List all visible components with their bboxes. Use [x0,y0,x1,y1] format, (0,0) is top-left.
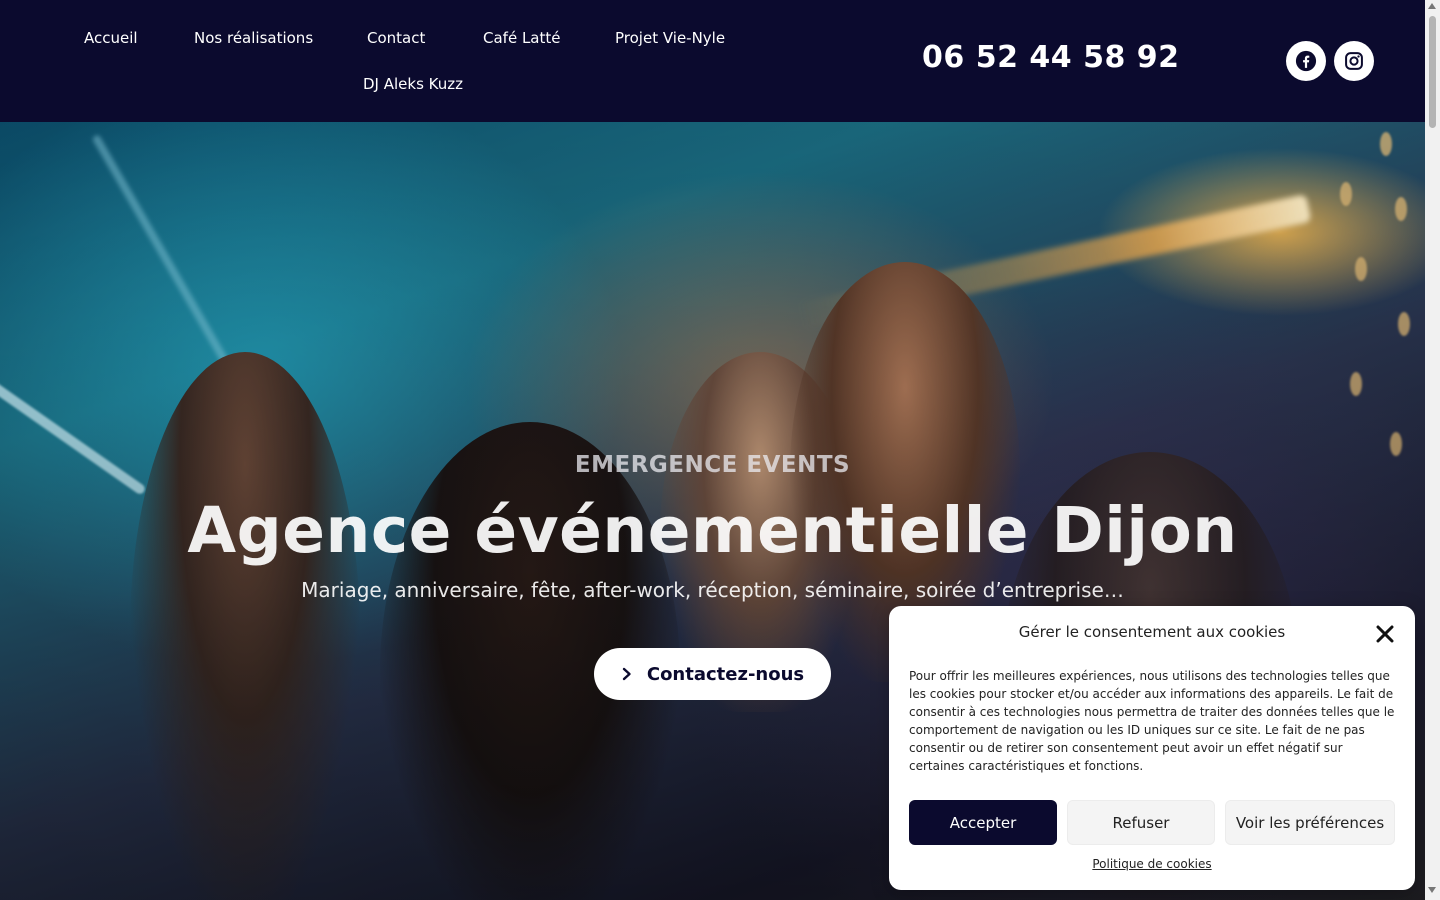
scroll-up-arrow-icon[interactable] [1428,3,1436,9]
nav-item-realisations[interactable]: Nos réalisations [194,29,313,47]
cookie-policy-link[interactable]: Politique de cookies [889,857,1415,871]
hero-eyebrow: EMERGENCE EVENTS [574,452,851,478]
view-preferences-button[interactable]: Voir les préférences [1225,800,1395,845]
phone-number[interactable]: 06 52 44 58 92 [922,40,1180,75]
instagram-icon [1345,52,1363,70]
nav-item-accueil[interactable]: Accueil [84,29,138,47]
cookie-consent-banner: Gérer le consentement aux cookies Pour o… [889,606,1415,890]
nav-item-cafe-latte[interactable]: Café Latté [483,29,560,47]
contact-button-label: Contactez-nous [646,663,805,685]
cookie-banner-title: Gérer le consentement aux cookies [1018,623,1286,641]
facebook-icon [1295,50,1317,72]
close-button[interactable] [1375,624,1395,644]
close-icon [1376,625,1394,643]
scrollbar[interactable] [1425,0,1440,900]
nav-item-projet-vie-nyle[interactable]: Projet Vie-Nyle [615,29,725,47]
site-header: Accueil Nos réalisations Contact Café La… [0,0,1425,122]
hero-subtitle: Mariage, anniversaire, fête, after-work,… [301,578,1124,602]
accept-button[interactable]: Accepter [909,800,1057,845]
nav-item-dj-aleks-kuzz[interactable]: DJ Aleks Kuzz [363,75,463,93]
instagram-button[interactable] [1334,41,1374,81]
facebook-button[interactable] [1286,41,1326,81]
chevron-right-icon [622,667,631,681]
contact-button[interactable]: Contactez-nous [594,648,831,700]
scrollbar-thumb[interactable] [1429,16,1436,128]
cookie-banner-text: Pour offrir les meilleures expériences, … [909,669,1395,773]
scroll-down-arrow-icon[interactable] [1428,887,1436,893]
hero-title: Agence événementielle Dijon [187,494,1238,567]
nav-item-contact[interactable]: Contact [367,29,425,47]
refuse-button[interactable]: Refuser [1067,800,1215,845]
